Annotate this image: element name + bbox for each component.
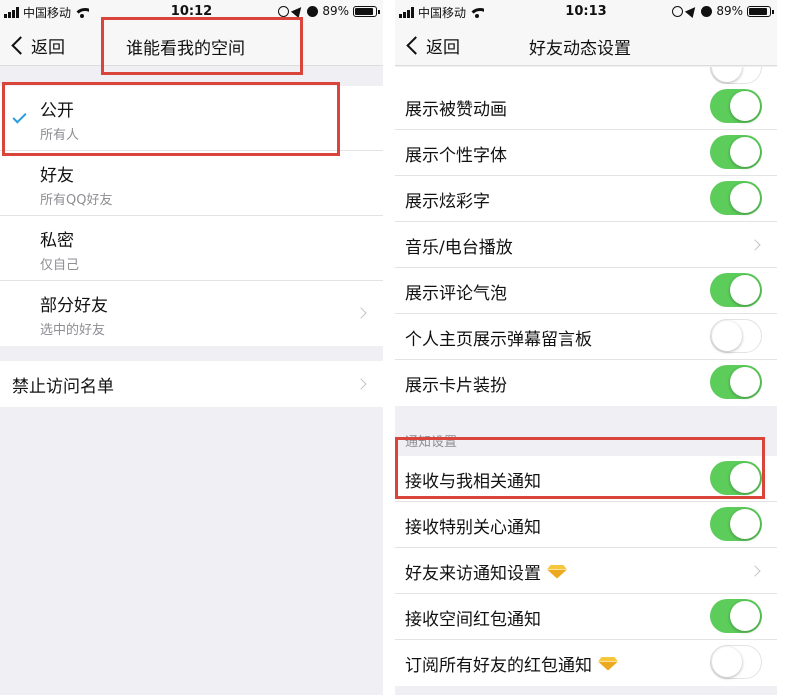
settings-row[interactable]: 展示炫彩字 bbox=[395, 176, 777, 222]
toggle-switch[interactable] bbox=[710, 319, 762, 353]
chevron-right-icon bbox=[355, 378, 367, 390]
right-screen: 中国移动 10:13 89% 返回 好友动态设置 展示被赞动画 展示个性字体 展… bbox=[395, 0, 777, 695]
location-icon bbox=[685, 3, 700, 19]
settings-row[interactable]: 接收与我相关通知 bbox=[395, 456, 777, 502]
row-label: 展示被赞动画 bbox=[405, 100, 507, 120]
checkmark-icon bbox=[12, 109, 27, 124]
chevron-left-icon bbox=[406, 36, 425, 55]
display-settings: 展示被赞动画 展示个性字体 展示炫彩字 音乐/电台播放 展示评论气泡 个人主页展… bbox=[395, 84, 777, 406]
option-some-friends[interactable]: 部分好友 选中的好友 bbox=[0, 281, 383, 346]
toggle-knob bbox=[730, 367, 760, 397]
option-private[interactable]: 私密 仅自己 bbox=[0, 216, 383, 281]
settings-row[interactable]: 展示卡片装扮 bbox=[395, 360, 777, 406]
location-icon bbox=[291, 3, 306, 19]
status-bar: 中国移动 10:12 89% bbox=[0, 0, 383, 24]
row-label: 接收特别关心通知 bbox=[405, 518, 541, 538]
chevron-left-icon bbox=[11, 36, 30, 55]
chevron-right-icon bbox=[355, 307, 367, 319]
page-title: 谁能看我的空间 bbox=[126, 39, 245, 59]
blocklist-label: 禁止访问名单 bbox=[12, 377, 114, 397]
battery-percent: 89% bbox=[322, 4, 349, 18]
toggle-switch[interactable] bbox=[710, 67, 762, 84]
row-label: 音乐/电台播放 bbox=[405, 238, 513, 258]
toggle-knob bbox=[712, 647, 742, 677]
row-label-with-badge: 订阅所有好友的红包通知 bbox=[405, 651, 618, 676]
option-subtitle: 仅自己 bbox=[40, 258, 80, 273]
toggle-knob bbox=[730, 509, 760, 539]
settings-row[interactable]: 音乐/电台播放 bbox=[395, 222, 777, 268]
settings-row[interactable]: 展示评论气泡 bbox=[395, 268, 777, 314]
status-bar: 中国移动 10:13 89% bbox=[395, 0, 777, 24]
row-label: 展示炫彩字 bbox=[405, 192, 490, 212]
settings-row[interactable]: 接收空间红包通知 bbox=[395, 594, 777, 640]
toggle-switch[interactable] bbox=[710, 89, 762, 123]
left-screen: 中国移动 10:12 89% 返回 谁能看我的空间 公开 所有人 好友 所有QQ… bbox=[0, 0, 383, 695]
toggle-knob bbox=[730, 183, 760, 213]
toggle-switch[interactable] bbox=[710, 135, 762, 169]
row-label: 接收与我相关通知 bbox=[405, 472, 541, 492]
nav-bar: 返回 好友动态设置 bbox=[395, 24, 777, 66]
page-title: 好友动态设置 bbox=[529, 39, 631, 59]
toggle-switch[interactable] bbox=[710, 461, 762, 495]
scrolled-row-fragment bbox=[395, 67, 777, 84]
row-label: 个人主页展示弹幕留言板 bbox=[405, 330, 592, 350]
battery-percent: 89% bbox=[716, 4, 743, 18]
settings-row[interactable]: 好友来访通知设置 bbox=[395, 548, 777, 594]
option-subtitle: 选中的好友 bbox=[40, 323, 106, 338]
visibility-options: 公开 所有人 好友 所有QQ好友 私密 仅自己 部分好友 选中的好友 bbox=[0, 86, 383, 346]
blocklist-row[interactable]: 禁止访问名单 bbox=[0, 361, 383, 407]
toggle-knob bbox=[730, 137, 760, 167]
option-title: 公开 bbox=[40, 101, 74, 121]
option-subtitle: 所有QQ好友 bbox=[40, 193, 113, 208]
row-label-with-badge: 好友来访通知设置 bbox=[405, 559, 567, 584]
settings-row[interactable]: 展示个性字体 bbox=[395, 130, 777, 176]
row-label: 接收空间红包通知 bbox=[405, 610, 541, 630]
settings-row[interactable]: 展示被赞动画 bbox=[395, 84, 777, 130]
toggle-knob bbox=[712, 321, 742, 351]
alarm-icon bbox=[307, 5, 319, 17]
row-label: 好友来访通知设置 bbox=[405, 564, 541, 584]
option-friends[interactable]: 好友 所有QQ好友 bbox=[0, 151, 383, 216]
section-header: 通知设置 bbox=[405, 435, 458, 450]
back-button[interactable]: 返回 bbox=[403, 33, 460, 58]
toggle-knob bbox=[730, 91, 760, 121]
settings-row[interactable]: 订阅所有好友的红包通知 bbox=[395, 640, 777, 686]
toggle-knob bbox=[730, 275, 760, 305]
toggle-switch[interactable] bbox=[710, 507, 762, 541]
toggle-knob bbox=[712, 67, 742, 82]
toggle-knob bbox=[730, 601, 760, 631]
back-label: 返回 bbox=[31, 38, 65, 58]
chevron-right-icon bbox=[749, 239, 761, 251]
rotation-lock-icon bbox=[672, 5, 684, 17]
toggle-switch[interactable] bbox=[710, 599, 762, 633]
diamond-icon bbox=[598, 657, 618, 671]
row-label: 展示评论气泡 bbox=[405, 284, 507, 304]
option-title: 好友 bbox=[40, 166, 74, 186]
row-label: 订阅所有好友的红包通知 bbox=[405, 656, 592, 676]
option-public[interactable]: 公开 所有人 bbox=[0, 86, 383, 151]
battery-icon bbox=[747, 5, 774, 17]
blocklist-group: 禁止访问名单 bbox=[0, 361, 383, 407]
back-button[interactable]: 返回 bbox=[8, 33, 65, 58]
settings-row[interactable]: 接收特别关心通知 bbox=[395, 502, 777, 548]
alarm-icon bbox=[701, 5, 713, 17]
option-subtitle: 所有人 bbox=[40, 128, 80, 143]
notification-settings: 接收与我相关通知 接收特别关心通知 好友来访通知设置 接收空间红包通知 订阅所有… bbox=[395, 456, 777, 686]
toggle-switch[interactable] bbox=[710, 365, 762, 399]
toggle-knob bbox=[730, 463, 760, 493]
battery-icon bbox=[353, 5, 380, 17]
row-label: 展示个性字体 bbox=[405, 146, 507, 166]
nav-bar: 返回 谁能看我的空间 bbox=[0, 24, 383, 66]
toggle-switch[interactable] bbox=[710, 273, 762, 307]
rotation-lock-icon bbox=[278, 5, 290, 17]
toggle-switch[interactable] bbox=[710, 181, 762, 215]
row-label: 展示卡片装扮 bbox=[405, 376, 507, 396]
settings-row[interactable]: 个人主页展示弹幕留言板 bbox=[395, 314, 777, 360]
option-title: 私密 bbox=[40, 231, 74, 251]
diamond-icon bbox=[547, 565, 567, 579]
chevron-right-icon bbox=[749, 565, 761, 577]
option-title: 部分好友 bbox=[40, 296, 108, 316]
toggle-switch[interactable] bbox=[710, 645, 762, 679]
back-label: 返回 bbox=[426, 38, 460, 58]
